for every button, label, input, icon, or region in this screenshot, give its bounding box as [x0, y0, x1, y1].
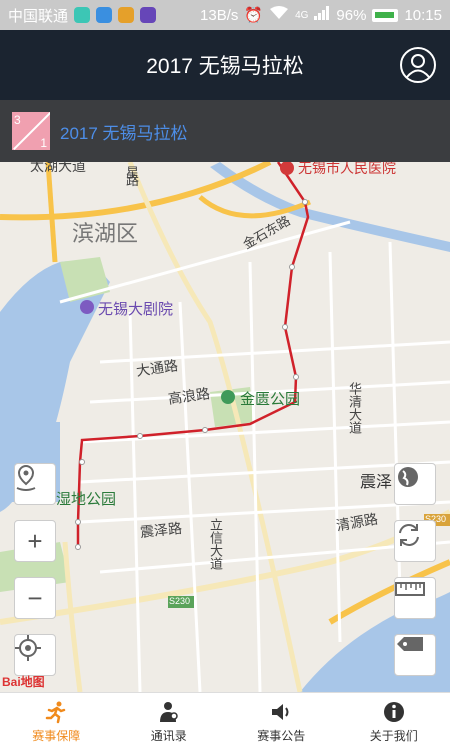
- minus-icon: −: [27, 582, 43, 613]
- map-label-hospital: 无锡市人民医院: [298, 162, 396, 176]
- tag-icon: [397, 637, 423, 651]
- map-view[interactable]: 太湖大道 无锡市人民医院 星 路 滨湖区 金石东路 无锡大剧院 大通路 高浪路 …: [0, 162, 450, 692]
- page-title: 2017 无锡马拉松: [146, 55, 304, 78]
- nav-contacts[interactable]: 通讯录: [113, 693, 226, 750]
- map-canvas: [0, 162, 450, 692]
- app-notification-icon: [96, 7, 113, 23]
- ruler-icon: [395, 582, 425, 596]
- contacts-icon: [159, 701, 178, 722]
- app-notification-icon: [140, 7, 157, 23]
- plus-icon: +: [27, 525, 43, 556]
- runner-icon: [46, 701, 66, 723]
- map-label-binhu: 滨湖区: [72, 221, 139, 246]
- map-label-road: 路: [126, 173, 140, 188]
- map-label-lixin: 立信大道: [208, 518, 223, 570]
- wifi-icon: [269, 5, 289, 25]
- map-label-wetland: 湿地公园: [56, 491, 117, 508]
- hospital-poi-icon: [280, 162, 294, 175]
- app-header: 2017 无锡马拉松: [0, 30, 450, 100]
- map-label-jinkuang: 金匮公园: [240, 391, 301, 408]
- map-label-zhenze-east: 震泽: [360, 474, 393, 491]
- battery-icon: [372, 8, 399, 22]
- network-type: 4G: [295, 9, 309, 21]
- map-label-s230: S230: [169, 596, 191, 606]
- label-toggle-button[interactable]: [394, 634, 436, 676]
- bottom-nav: 赛事保障 通讯录 赛事公告 关于我们: [0, 692, 450, 750]
- route-selector[interactable]: 3 1 2017 无锡马拉松: [0, 100, 450, 162]
- alarm-icon: ⏰: [244, 7, 264, 24]
- user-icon: [406, 54, 430, 78]
- globe-icon: [398, 467, 418, 487]
- refresh-icon: [399, 524, 419, 546]
- status-bar: 中国联通 13B/s ⏰ 4G 96% 10:15: [0, 0, 450, 30]
- ruler-button[interactable]: [394, 577, 436, 619]
- app-notification-icon: [74, 7, 91, 23]
- map-label-taihu: 太湖大道: [30, 162, 86, 174]
- zoom-out-button[interactable]: −: [14, 577, 56, 619]
- map-label-grand-theatre: 无锡大剧院: [98, 301, 174, 318]
- clock: 10:15: [404, 6, 442, 24]
- route-badge-icon: 3 1: [12, 112, 50, 150]
- user-profile-button[interactable]: [400, 47, 436, 83]
- refresh-button[interactable]: [394, 520, 436, 562]
- park-poi-icon: [221, 390, 235, 404]
- map-pin-icon: [16, 464, 36, 491]
- signal-icon: [314, 6, 330, 24]
- nav-race-support[interactable]: 赛事保障: [0, 693, 113, 750]
- baidu-map-logo: Bai地图: [2, 675, 45, 689]
- battery-percent: 96%: [336, 6, 367, 24]
- nav-announcements[interactable]: 赛事公告: [225, 693, 338, 750]
- route-name[interactable]: 2017 无锡马拉松: [60, 119, 188, 144]
- network-speed: 13B/s: [200, 6, 239, 24]
- nav-about-us[interactable]: 关于我们: [338, 693, 450, 750]
- theatre-poi-icon: [80, 300, 94, 314]
- app-notification-icon: [118, 7, 135, 23]
- speaker-icon: [272, 703, 289, 720]
- zoom-in-button[interactable]: +: [14, 520, 56, 562]
- map-label-huaqing: 华清大道: [347, 382, 362, 434]
- crosshair-icon: [15, 635, 41, 661]
- info-icon: [383, 701, 404, 722]
- carrier-label: 中国联通: [8, 7, 69, 25]
- my-location-button[interactable]: [14, 634, 56, 676]
- map-layers-button[interactable]: [394, 463, 436, 505]
- location-pin-button[interactable]: [14, 463, 56, 505]
